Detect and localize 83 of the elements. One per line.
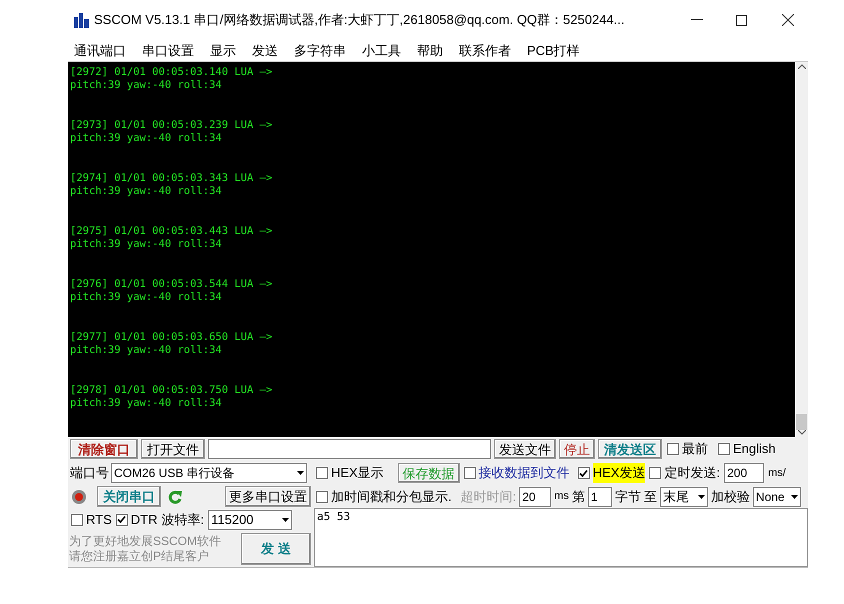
dropdown-arrow-icon (698, 494, 705, 498)
log-line: pitch:39 yaw:-40 roll:34 (70, 238, 222, 252)
promo-text: 为了更好地发展SSCOM软件 (69, 534, 222, 549)
from-label: 第 (572, 488, 585, 506)
baud-select[interactable]: 115200 (208, 510, 292, 530)
dropdown-arrow-icon (282, 518, 290, 522)
timeout-field[interactable]: 20 (519, 486, 552, 506)
timeout-unit: ms (554, 489, 569, 504)
log-line: pitch:39 yaw:-40 roll:34 (70, 79, 222, 93)
window-title: SSCOM V5.13.1 串口/网络数据调试器,作者:大虾丁丁,2618058@qq.com. QQ群：5250244... (94, 11, 624, 30)
clear-window-button[interactable]: 清除窗口 (70, 439, 138, 459)
refresh-icon[interactable] (167, 488, 183, 504)
log-line: pitch:39 yaw:-40 roll:34 (70, 185, 222, 199)
checkbox-label: 加时间戳和分包显示. (331, 488, 452, 506)
checkbox[interactable] (718, 443, 730, 455)
to-label: 至 (644, 488, 657, 506)
menu-item[interactable]: 帮助 (417, 40, 443, 60)
more-settings-button[interactable]: 更多串口设置 (225, 486, 311, 507)
menu-item[interactable]: 通讯端口 (74, 40, 126, 60)
log-line: pitch:39 yaw:-40 roll:34 (70, 132, 222, 146)
checkbox-label: HEX发送 (592, 463, 646, 483)
byte-label: 字节 (614, 488, 641, 506)
send-text-area[interactable]: a5 53 (314, 508, 808, 567)
checkbox[interactable] (578, 467, 590, 479)
send-file-button[interactable]: 发送文件 (494, 439, 556, 459)
app-logo-icon (73, 11, 91, 29)
baud-label: 波特率: (161, 510, 204, 529)
checksum-label: 加校验 (710, 488, 750, 506)
log-header: [2973] 01/01 00:05:03.239 LUA —> (70, 119, 272, 132)
log-header: [2975] 01/01 00:05:03.443 LUA —> (70, 225, 272, 238)
checkbox-label: HEX显示 (331, 464, 384, 482)
menu-item[interactable]: 发送 (252, 40, 278, 60)
close-port-button[interactable]: 关闭串口 (97, 486, 161, 507)
dropdown-arrow-icon (790, 494, 798, 498)
checkbox[interactable] (316, 490, 328, 502)
scrollbar[interactable] (795, 62, 808, 437)
send-button[interactable]: 发 送 (241, 533, 311, 565)
log-header: [2974] 01/01 00:05:03.343 LUA —> (70, 172, 272, 186)
log-line: pitch:39 yaw:-40 roll:34 (70, 397, 222, 411)
interval-unit: ms/ (768, 466, 786, 481)
menu-item[interactable]: PCB打样 (527, 40, 580, 60)
minimize-icon[interactable] (691, 19, 703, 21)
scroll-down-icon[interactable] (798, 430, 806, 435)
checkbox[interactable] (667, 443, 679, 455)
port-select[interactable]: COM26 USB 串行设备 (111, 463, 307, 483)
scroll-up-icon[interactable] (798, 64, 806, 69)
menu-item[interactable]: 联系作者 (459, 40, 511, 60)
log-header: [2978] 01/01 00:05:03.750 LUA —> (70, 384, 272, 398)
menu-item[interactable]: 多字符串 (294, 40, 346, 60)
checkbox[interactable] (649, 467, 662, 479)
menu-item[interactable]: 串口设置 (142, 40, 194, 60)
open-file-button[interactable]: 打开文件 (141, 439, 205, 459)
dropdown-arrow-icon (297, 471, 304, 475)
checkbox-label: DTR (130, 510, 158, 529)
checkbox-label: English (733, 440, 776, 458)
promo-text: 请您注册嘉立创P结尾客户 (69, 549, 210, 564)
stop-button[interactable]: 停止 (559, 439, 595, 459)
close-icon[interactable] (782, 14, 794, 26)
checkbox-label: RTS (86, 510, 112, 529)
log-line: pitch:39 yaw:-40 roll:34 (70, 344, 222, 358)
interval-field[interactable]: 200 (724, 463, 764, 483)
log-header: [2977] 01/01 00:05:03.650 LUA —> (70, 331, 272, 344)
log-header: [2972] 01/01 00:05:03.140 LUA —> (70, 66, 272, 80)
checkbox-label: 定时发送: (664, 464, 720, 482)
to-select[interactable]: 末尾 (660, 486, 708, 506)
checksum-select[interactable]: None (752, 486, 801, 506)
checkbox[interactable] (116, 514, 128, 526)
scroll-thumb[interactable] (796, 414, 807, 430)
log-header: [2976] 01/01 00:05:03.544 LUA —> (70, 278, 272, 292)
menu-item[interactable]: 显示 (210, 40, 236, 60)
timeout-label: 超时时间: (460, 488, 516, 506)
checkbox[interactable] (464, 467, 476, 479)
file-path-field[interactable] (208, 439, 491, 459)
log-line: pitch:39 yaw:-40 roll:34 (70, 291, 222, 305)
from-byte-field[interactable]: 1 (588, 486, 612, 506)
maximize-icon[interactable] (736, 14, 747, 26)
clear-send-button[interactable]: 清发送区 (598, 439, 662, 459)
checkbox[interactable] (316, 467, 328, 479)
menu-item[interactable]: 小工具 (362, 40, 401, 60)
checkbox[interactable] (71, 514, 83, 526)
checkbox-label: 最前 (682, 440, 708, 458)
port-label: 端口号 (70, 464, 109, 482)
checkbox-label: 接收数据到文件 (478, 464, 570, 482)
